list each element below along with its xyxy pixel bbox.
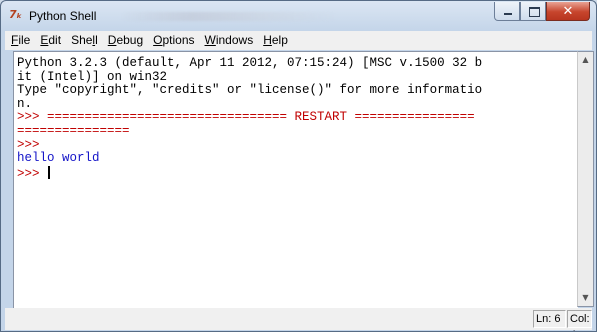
caption-buttons: ✕: [494, 2, 590, 22]
python-shell-window: 7ₖ Python Shell ✕ File Edit Shell Debug Opti…: [0, 0, 597, 332]
minimize-icon: [504, 13, 512, 15]
shell-line: ===============: [17, 123, 130, 138]
close-button[interactable]: ✕: [546, 2, 590, 21]
menu-shell[interactable]: Shell: [66, 31, 103, 50]
vertical-scrollbar[interactable]: ▲ ▼: [577, 51, 594, 307]
menu-edit[interactable]: Edit: [35, 31, 66, 50]
minimize-button[interactable]: [494, 2, 520, 21]
scroll-up-arrow-icon[interactable]: ▲: [578, 52, 593, 68]
menu-help[interactable]: Help: [258, 31, 293, 50]
text-cursor: [48, 165, 50, 179]
status-column: Col: 4: [567, 310, 592, 331]
shell-line: Type "copyright", "credits" or "license(…: [17, 83, 483, 98]
menu-file[interactable]: File: [5, 31, 35, 50]
menu-debug[interactable]: Debug: [103, 31, 148, 50]
shell-line: hello world: [17, 151, 100, 166]
menu-windows[interactable]: Windows: [200, 31, 259, 50]
shell-text-area[interactable]: Python 3.2.3 (default, Apr 11 2012, 07:1…: [13, 51, 578, 309]
shell-line: >>> ================================ RES…: [17, 110, 475, 125]
shell-line: >>>: [17, 137, 40, 152]
maximize-icon: [529, 7, 540, 17]
shell-line: it (Intel)] on win32: [17, 69, 168, 84]
menu-bar: File Edit Shell Debug Options Windows Help: [5, 31, 592, 50]
shell-output: Python 3.2.3 (default, Apr 11 2012, 07:1…: [17, 56, 483, 182]
status-bar: Ln: 6 Col: 4: [5, 308, 592, 331]
shell-line: n.: [17, 96, 33, 111]
shell-line: Python 3.2.3 (default, Apr 11 2012, 07:1…: [17, 56, 483, 70]
scroll-down-arrow-icon[interactable]: ▼: [578, 290, 593, 306]
python-idle-icon: 7ₖ: [9, 8, 23, 21]
shell-line: >>>: [17, 165, 482, 182]
title-bar[interactable]: 7ₖ Python Shell ✕: [1, 1, 596, 31]
menu-options[interactable]: Options: [148, 31, 199, 50]
window-title: Python Shell: [29, 9, 97, 23]
status-line: Ln: 6: [533, 310, 566, 328]
title-blur: [119, 12, 339, 21]
close-icon: ✕: [562, 4, 574, 19]
maximize-button[interactable]: [520, 2, 546, 21]
